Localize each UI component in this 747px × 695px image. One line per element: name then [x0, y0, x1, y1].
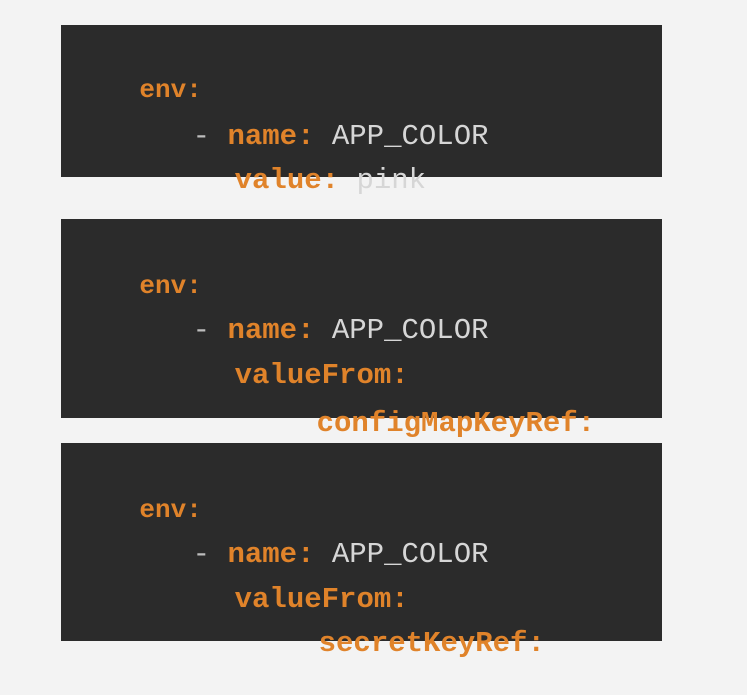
code-block-env-value: env: - name: APP_COLOR value: pink: [61, 25, 662, 197]
yaml-colon: :: [527, 627, 545, 660]
yaml-key: secretKeyRef: [318, 627, 528, 660]
code-block-env-secret: env: - name: APP_COLOR valueFrom: secret…: [61, 443, 662, 660]
yaml-value: pink: [339, 164, 427, 197]
yaml-colon: :: [321, 164, 340, 197]
code-block-env-configmap: env: - name: APP_COLOR valueFrom: config…: [61, 219, 662, 440]
yaml-key: value: [234, 164, 322, 197]
yaml-colon: :: [577, 407, 596, 440]
yaml-key: configMapKeyRef: [316, 407, 578, 440]
code-line-value: value: pink: [165, 130, 426, 232]
code-line-secretkeyref: secretKeyRef:: [249, 593, 545, 695]
